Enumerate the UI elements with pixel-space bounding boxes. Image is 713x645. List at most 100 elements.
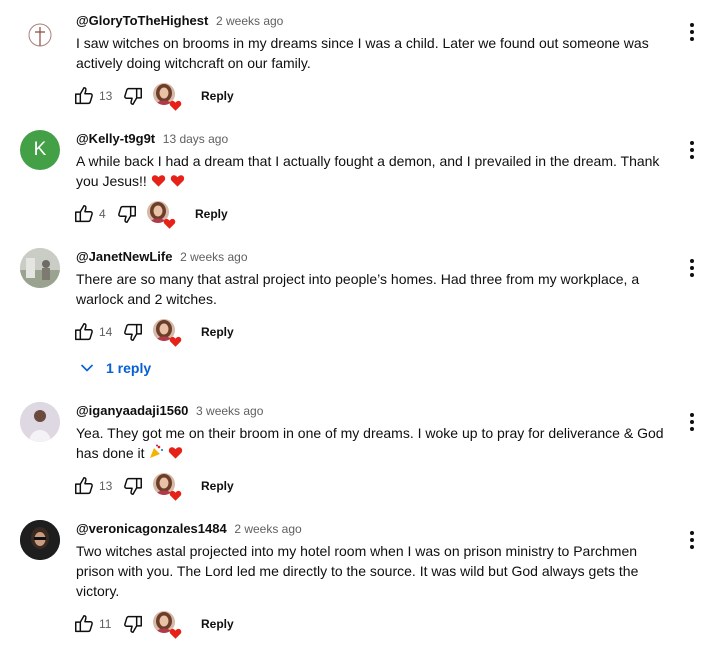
kebab-menu-icon	[684, 256, 700, 280]
dislike-button[interactable]	[121, 612, 145, 636]
like-button[interactable]	[72, 612, 96, 636]
avatar-letter: K	[33, 139, 47, 160]
timestamp[interactable]: 2 weeks ago	[216, 14, 283, 28]
like-button[interactable]	[72, 474, 96, 498]
comment-actions: 13 Reply	[72, 83, 234, 109]
comment-text: There are so many that astral project in…	[76, 269, 666, 309]
more-actions-button[interactable]	[684, 20, 700, 44]
comment-text: Yea. They got me on their broom in one o…	[76, 423, 666, 463]
author-name[interactable]: @veronicagonzales1484	[76, 521, 227, 536]
like-count: 14	[99, 325, 113, 339]
timestamp[interactable]: 13 days ago	[163, 132, 228, 146]
heart-icon	[169, 489, 182, 502]
thumb-down-icon	[122, 85, 144, 107]
thumb-down-icon	[122, 475, 144, 497]
creator-heart	[153, 83, 179, 109]
like-button[interactable]	[72, 84, 96, 108]
creator-heart	[147, 201, 173, 227]
kebab-menu-icon	[684, 410, 700, 434]
cross-icon	[28, 23, 52, 47]
avatar[interactable]	[20, 402, 60, 442]
user-photo-icon	[20, 402, 60, 442]
comment-thread: @veronicagonzales1484 2 weeks ago Two wi…	[0, 520, 713, 645]
replies-count-label: 1 reply	[106, 360, 152, 376]
creator-heart	[153, 319, 179, 345]
comment-line: victory.	[76, 583, 120, 599]
avatar[interactable]	[20, 520, 60, 560]
comment-line: prison with you. The Lord led me directl…	[76, 563, 639, 579]
comment-line: There are so many that astral project in…	[76, 271, 640, 287]
thumb-down-icon	[122, 613, 144, 635]
avatar[interactable]	[20, 248, 60, 288]
chevron-down-icon	[80, 364, 94, 372]
dislike-button[interactable]	[121, 84, 145, 108]
dislike-button[interactable]	[121, 474, 145, 498]
comment-actions: 13 Reply	[72, 473, 234, 499]
party-popper-emoji-icon	[150, 444, 164, 458]
like-button[interactable]	[72, 320, 96, 344]
timestamp[interactable]: 2 weeks ago	[180, 250, 247, 264]
like-count: 4	[99, 207, 106, 221]
reply-button[interactable]: Reply	[201, 479, 234, 493]
thumb-up-icon	[73, 613, 95, 635]
comment-thread: K @Kelly-t9g9t 13 days ago A while back …	[0, 130, 713, 230]
thumb-down-icon	[122, 321, 144, 343]
comment-thread: @GloryToTheHighest 2 weeks ago I saw wit…	[0, 12, 713, 112]
comment-line: I saw witches on brooms in my dreams sin…	[76, 35, 649, 51]
comment-thread: @iganyaadaji1560 3 weeks ago Yea. They g…	[0, 402, 713, 502]
comment-line: Yea. They got me on their broom in one o…	[76, 425, 664, 441]
comment-line: warlock and 2 witches.	[76, 291, 217, 307]
comment-line: actively doing witchcraft on our family.	[76, 55, 311, 71]
red-heart-emoji-icon	[168, 445, 183, 460]
heart-icon	[169, 627, 182, 640]
like-count: 13	[99, 479, 113, 493]
view-replies-button[interactable]: 1 reply	[80, 357, 151, 379]
red-heart-emoji-icon	[170, 173, 185, 188]
comment-header: @Kelly-t9g9t 13 days ago	[76, 130, 228, 148]
comment-line: A while back I had a dream that I actual…	[76, 153, 660, 169]
dislike-button[interactable]	[121, 320, 145, 344]
author-name[interactable]: @Kelly-t9g9t	[76, 131, 155, 146]
comment-thread: @JanetNewLife 2 weeks ago There are so m…	[0, 248, 713, 348]
author-name[interactable]: @iganyaadaji1560	[76, 403, 188, 418]
timestamp[interactable]: 3 weeks ago	[196, 404, 263, 418]
author-name[interactable]: @JanetNewLife	[76, 249, 172, 264]
user-photo-icon	[20, 520, 60, 560]
avatar[interactable]	[20, 15, 60, 55]
more-actions-button[interactable]	[684, 410, 700, 434]
heart-icon	[163, 217, 176, 230]
heart-icon	[169, 335, 182, 348]
comment-header: @JanetNewLife 2 weeks ago	[76, 248, 248, 266]
dislike-button[interactable]	[115, 202, 139, 226]
author-name[interactable]: @GloryToTheHighest	[76, 13, 208, 28]
kebab-menu-icon	[684, 138, 700, 162]
more-actions-button[interactable]	[684, 138, 700, 162]
comment-header: @iganyaadaji1560 3 weeks ago	[76, 402, 263, 420]
user-photo-icon	[20, 248, 60, 288]
comment-actions: 11 Reply	[72, 611, 234, 637]
comment-header: @veronicagonzales1484 2 weeks ago	[76, 520, 302, 538]
reply-button[interactable]: Reply	[201, 617, 234, 631]
thumb-up-icon	[73, 203, 95, 225]
kebab-menu-icon	[684, 20, 700, 44]
timestamp[interactable]: 2 weeks ago	[234, 522, 301, 536]
more-actions-button[interactable]	[684, 528, 700, 552]
creator-heart	[153, 611, 179, 637]
reply-button[interactable]: Reply	[201, 325, 234, 339]
comment-text: Two witches astal projected into my hote…	[76, 541, 666, 601]
avatar[interactable]: K	[20, 130, 60, 170]
comment-line-text: has done it	[76, 445, 145, 461]
comment-text: A while back I had a dream that I actual…	[76, 151, 666, 191]
comment-actions: 14 Reply	[72, 319, 234, 345]
more-actions-button[interactable]	[684, 256, 700, 280]
thumb-up-icon	[73, 85, 95, 107]
red-heart-emoji-icon	[151, 173, 166, 188]
comment-line: you Jesus!!	[76, 171, 666, 191]
like-count: 13	[99, 89, 113, 103]
creator-heart	[153, 473, 179, 499]
reply-button[interactable]: Reply	[195, 207, 228, 221]
comment-line: has done it	[76, 443, 666, 463]
comment-line-text: you Jesus!!	[76, 173, 147, 189]
like-button[interactable]	[72, 202, 96, 226]
reply-button[interactable]: Reply	[201, 89, 234, 103]
